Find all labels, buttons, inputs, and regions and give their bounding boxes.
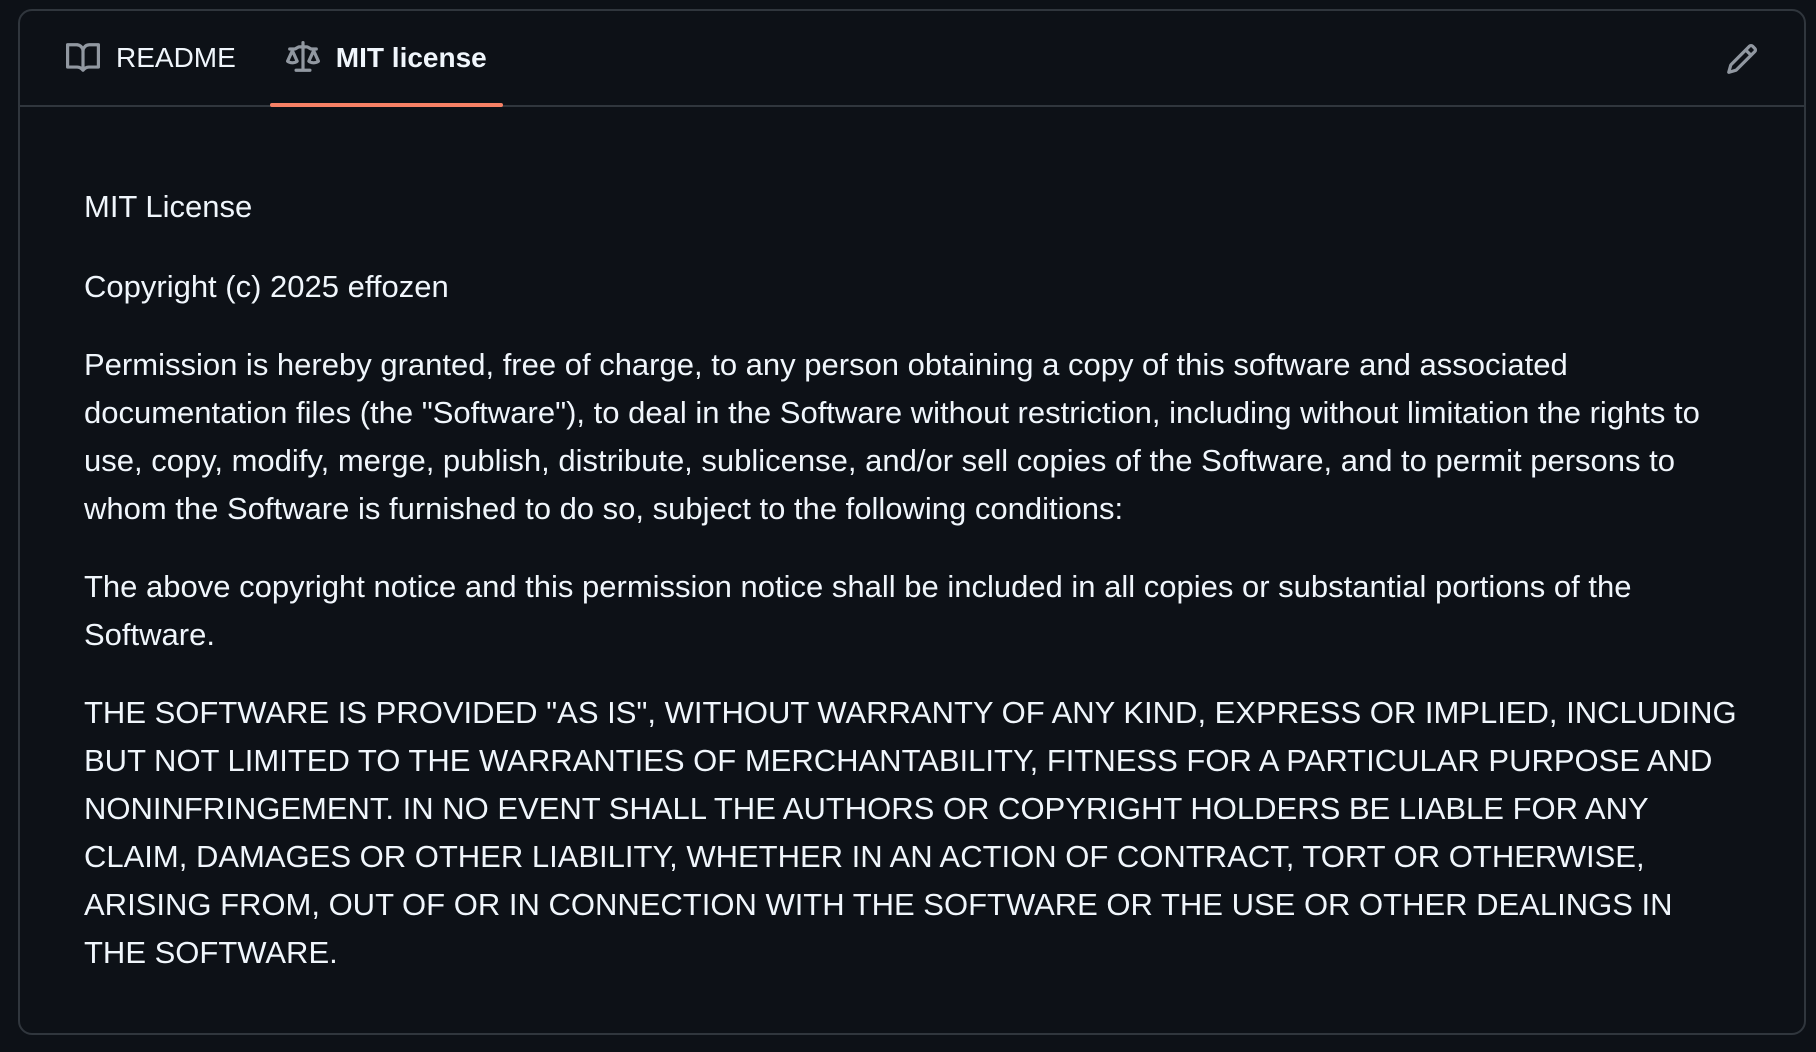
tab-bar: README MIT license	[20, 11, 1804, 107]
tab-readme-label: README	[116, 42, 236, 73]
license-copyright: Copyright (c) 2025 effozen	[84, 269, 449, 304]
license-permission-paragraph: Permission is hereby granted, free of ch…	[84, 347, 1700, 526]
license-content: MIT License Copyright (c) 2025 effozen P…	[20, 107, 1804, 977]
law-icon	[285, 41, 320, 75]
license-title: MIT License	[84, 189, 253, 224]
license-notice-paragraph: The above copyright notice and this perm…	[84, 569, 1632, 652]
tab-readme[interactable]: README	[50, 11, 252, 105]
license-warranty-paragraph: THE SOFTWARE IS PROVIDED "AS IS", WITHOU…	[84, 695, 1737, 970]
pencil-icon	[1725, 42, 1759, 76]
tab-mit-license-label: MIT license	[335, 42, 487, 73]
edit-license-button[interactable]	[1720, 37, 1764, 81]
book-icon	[66, 41, 100, 75]
license-panel: README MIT license MIT License Copyright…	[18, 9, 1806, 1035]
tab-mit-license[interactable]: MIT license	[269, 11, 503, 107]
